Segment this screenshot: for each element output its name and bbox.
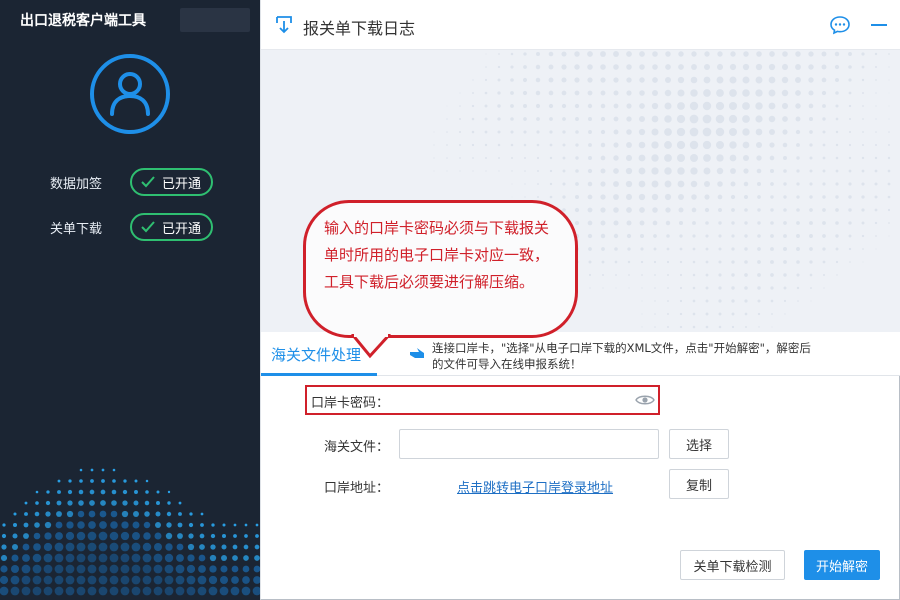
avatar[interactable] [90, 54, 170, 134]
pointing-hand-icon [410, 348, 424, 358]
user-icon [110, 72, 150, 116]
decorative-dot-wave [0, 468, 260, 596]
customs-file-label: 海关文件： [324, 440, 390, 455]
tab-active-indicator [261, 373, 377, 376]
download-icon [276, 16, 292, 34]
status-label: 数据加签 [50, 176, 103, 192]
password-input[interactable] [399, 385, 658, 415]
status-row-download: 关单下载 已开通 [50, 213, 214, 241]
minimize-icon[interactable] [869, 15, 891, 35]
status-badge-text: 已开通 [162, 221, 202, 237]
select-button[interactable]: 选择 [669, 429, 729, 459]
blurred-area [180, 8, 250, 32]
sidebar: 出口退税客户端工具 数据加签 已开通 关单下载 已开通 [0, 0, 260, 600]
status-badge: 已开通 [130, 213, 214, 241]
customs-file-input[interactable] [399, 429, 659, 459]
status-label: 关单下载 [50, 221, 103, 237]
port-address-label: 口岸地址： [324, 481, 390, 496]
hint-text: 连接口岸卡，"选择"从电子口岸下载的XML文件，点击"开始解密"，解密后的文件可… [432, 341, 811, 371]
download-check-button[interactable]: 关单下载检测 [680, 550, 785, 580]
start-decrypt-button[interactable]: 开始解密 [804, 550, 880, 580]
annotation-callout: 输入的口岸卡密码必须与下载报关单时所用的电子口岸卡对应一致，工具下载后必须要进行… [303, 200, 578, 338]
port-address-link[interactable]: 点击跳转电子口岸登录地址 [457, 477, 613, 496]
callout-tail [350, 334, 392, 359]
app-title: 出口退税客户端工具 [20, 13, 146, 29]
eye-icon[interactable] [635, 393, 655, 407]
status-badge: 已开通 [130, 168, 214, 196]
chat-icon[interactable] [829, 15, 851, 35]
status-badge-text: 已开通 [162, 176, 202, 192]
status-row-sign: 数据加签 已开通 [50, 168, 214, 196]
window-title: 报关单下载日志 [303, 19, 416, 38]
copy-button[interactable]: 复制 [669, 469, 729, 499]
check-icon [141, 176, 155, 188]
tab-customs-file[interactable]: 海关文件处理 [271, 344, 361, 365]
check-icon [141, 221, 155, 233]
password-label: 口岸卡密码： [311, 396, 390, 411]
title-bar: 报关单下载日志 [261, 0, 900, 50]
